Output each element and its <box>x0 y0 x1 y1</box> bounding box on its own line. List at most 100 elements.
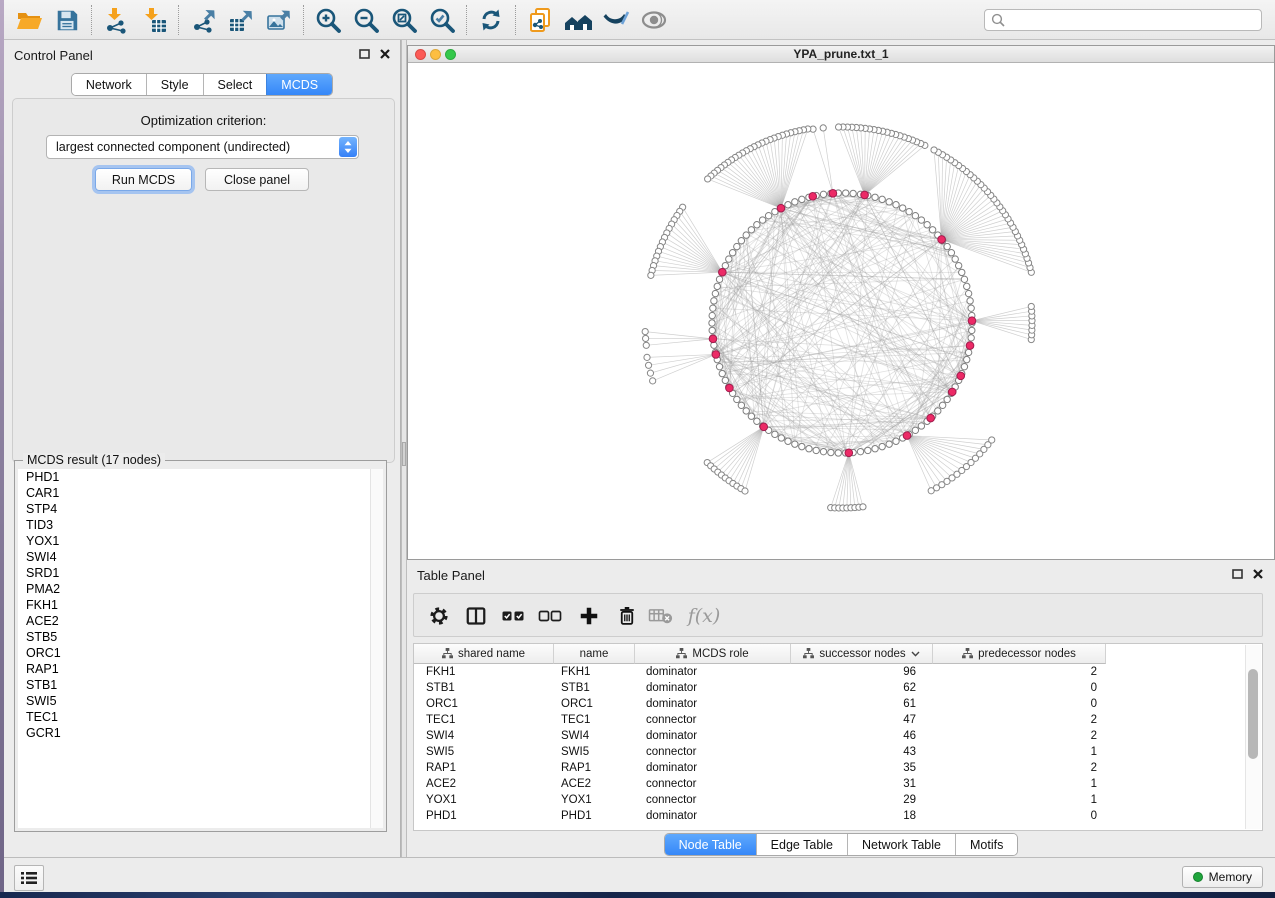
graph-node[interactable] <box>792 441 798 447</box>
graph-node[interactable] <box>865 447 871 453</box>
table-row[interactable]: SWI5SWI5connector431 <box>414 744 1106 760</box>
mcds-result-item[interactable]: ACE2 <box>18 613 383 629</box>
graph-node[interactable] <box>772 431 778 437</box>
function-builder-icon[interactable]: f(x) <box>682 601 726 631</box>
run-mcds-button[interactable]: Run MCDS <box>95 168 192 191</box>
clone-network-icon[interactable] <box>521 3 559 37</box>
zoom-selected-icon[interactable] <box>423 3 461 37</box>
save-session-icon[interactable] <box>48 3 86 37</box>
close-panel-button[interactable]: Close panel <box>205 168 309 191</box>
mcds-node[interactable] <box>719 268 727 276</box>
mcds-result-item[interactable]: PMA2 <box>18 581 383 597</box>
hide-graphics-details-icon[interactable] <box>597 3 635 37</box>
graph-node[interactable] <box>886 441 892 447</box>
table-row[interactable]: ACE2ACE2connector311 <box>414 776 1106 792</box>
graph-node[interactable] <box>734 243 740 249</box>
graph-node[interactable] <box>748 227 754 233</box>
graph-node[interactable] <box>813 447 819 453</box>
tab-network-table[interactable]: Network Table <box>847 834 955 855</box>
float-panel-icon[interactable] <box>359 49 370 59</box>
mcds-result-item[interactable]: STP4 <box>18 501 383 517</box>
graph-node[interactable] <box>872 194 878 200</box>
graph-node[interactable] <box>965 290 971 296</box>
graph-node[interactable] <box>850 190 856 196</box>
graph-node[interactable] <box>835 450 841 456</box>
graph-node[interactable] <box>748 413 754 419</box>
graph-node[interactable] <box>709 320 715 326</box>
mcds-result-list[interactable]: PHD1CAR1STP4TID3YOX1SWI4SRD1PMA2FKH1ACE2… <box>18 469 383 828</box>
graph-node[interactable] <box>918 217 924 223</box>
mcds-result-item[interactable]: YOX1 <box>18 533 383 549</box>
import-table-icon[interactable] <box>135 3 173 37</box>
graph-node[interactable] <box>843 190 849 196</box>
graph-node[interactable] <box>799 196 805 202</box>
graph-node[interactable] <box>643 342 649 348</box>
graph-node[interactable] <box>716 363 722 369</box>
mcds-result-item[interactable]: STB1 <box>18 677 383 693</box>
graph-node[interactable] <box>969 327 975 333</box>
table-row[interactable]: PHD1PHD1dominator180 <box>414 808 1106 824</box>
graph-node[interactable] <box>729 250 735 256</box>
graph-node[interactable] <box>886 199 892 205</box>
table-row[interactable]: STB1STB1dominator620 <box>414 680 1106 696</box>
mcds-result-item[interactable]: RAP1 <box>18 661 383 677</box>
export-network-icon[interactable] <box>184 3 222 37</box>
mcds-node[interactable] <box>712 351 720 359</box>
panel-split-icon[interactable] <box>461 601 491 631</box>
table-row[interactable]: SWI4SWI4dominator462 <box>414 728 1106 744</box>
delete-columns-icon[interactable] <box>612 601 642 631</box>
graph-node[interactable] <box>765 212 771 218</box>
column-header-name[interactable]: name <box>554 644 635 664</box>
graph-node[interactable] <box>719 370 725 376</box>
table-row[interactable]: YOX1YOX1connector291 <box>414 792 1106 808</box>
graph-node[interactable] <box>959 269 965 275</box>
mcds-result-item[interactable]: GCR1 <box>18 725 383 741</box>
mcds-result-item[interactable]: SWI5 <box>18 693 383 709</box>
open-session-icon[interactable] <box>10 3 48 37</box>
mcds-result-item[interactable]: FKH1 <box>18 597 383 613</box>
graph-node[interactable] <box>961 276 967 282</box>
graph-node[interactable] <box>924 222 930 228</box>
deselect-all-icon[interactable] <box>535 601 565 631</box>
graph-node[interactable] <box>711 298 717 304</box>
mcds-result-item[interactable]: SRD1 <box>18 565 383 581</box>
table-scrollbar-thumb[interactable] <box>1248 669 1258 759</box>
tab-mcds[interactable]: MCDS <box>266 74 332 95</box>
column-header-MCDS-role[interactable]: MCDS role <box>635 644 791 664</box>
mcds-node[interactable] <box>966 342 974 350</box>
table-row[interactable]: RAP1RAP1dominator352 <box>414 760 1106 776</box>
graph-node[interactable] <box>828 449 834 455</box>
mcds-result-item[interactable]: CAR1 <box>18 485 383 501</box>
mcds-node[interactable] <box>760 423 768 431</box>
mcds-node[interactable] <box>829 190 837 198</box>
graph-node[interactable] <box>759 217 765 223</box>
graph-node[interactable] <box>872 446 878 452</box>
mcds-node[interactable] <box>809 193 817 201</box>
close-panel-icon[interactable] <box>1253 569 1263 579</box>
zoom-out-icon[interactable] <box>347 3 385 37</box>
graph-node[interactable] <box>710 305 716 311</box>
graph-node[interactable] <box>645 362 651 368</box>
graph-node[interactable] <box>857 448 863 454</box>
first-neighbors-icon[interactable] <box>559 3 597 37</box>
graph-node[interactable] <box>820 448 826 454</box>
graph-node[interactable] <box>944 243 950 249</box>
graph-node[interactable] <box>967 298 973 304</box>
graph-node[interactable] <box>799 443 805 449</box>
graph-node[interactable] <box>743 232 749 238</box>
refresh-layout-icon[interactable] <box>472 3 510 37</box>
select-all-icon[interactable] <box>498 601 528 631</box>
graph-node[interactable] <box>899 205 905 211</box>
graph-node[interactable] <box>955 262 961 268</box>
mcds-node[interactable] <box>957 372 965 380</box>
export-table-icon[interactable] <box>222 3 260 37</box>
graph-node[interactable] <box>742 488 748 494</box>
graph-node[interactable] <box>643 335 649 341</box>
graph-node[interactable] <box>785 438 791 444</box>
graph-node[interactable] <box>754 418 760 424</box>
graph-node[interactable] <box>785 202 791 208</box>
graph-node[interactable] <box>939 402 945 408</box>
splitter-handle[interactable] <box>402 442 406 466</box>
tab-select[interactable]: Select <box>203 74 267 95</box>
network-canvas[interactable] <box>408 63 1274 559</box>
